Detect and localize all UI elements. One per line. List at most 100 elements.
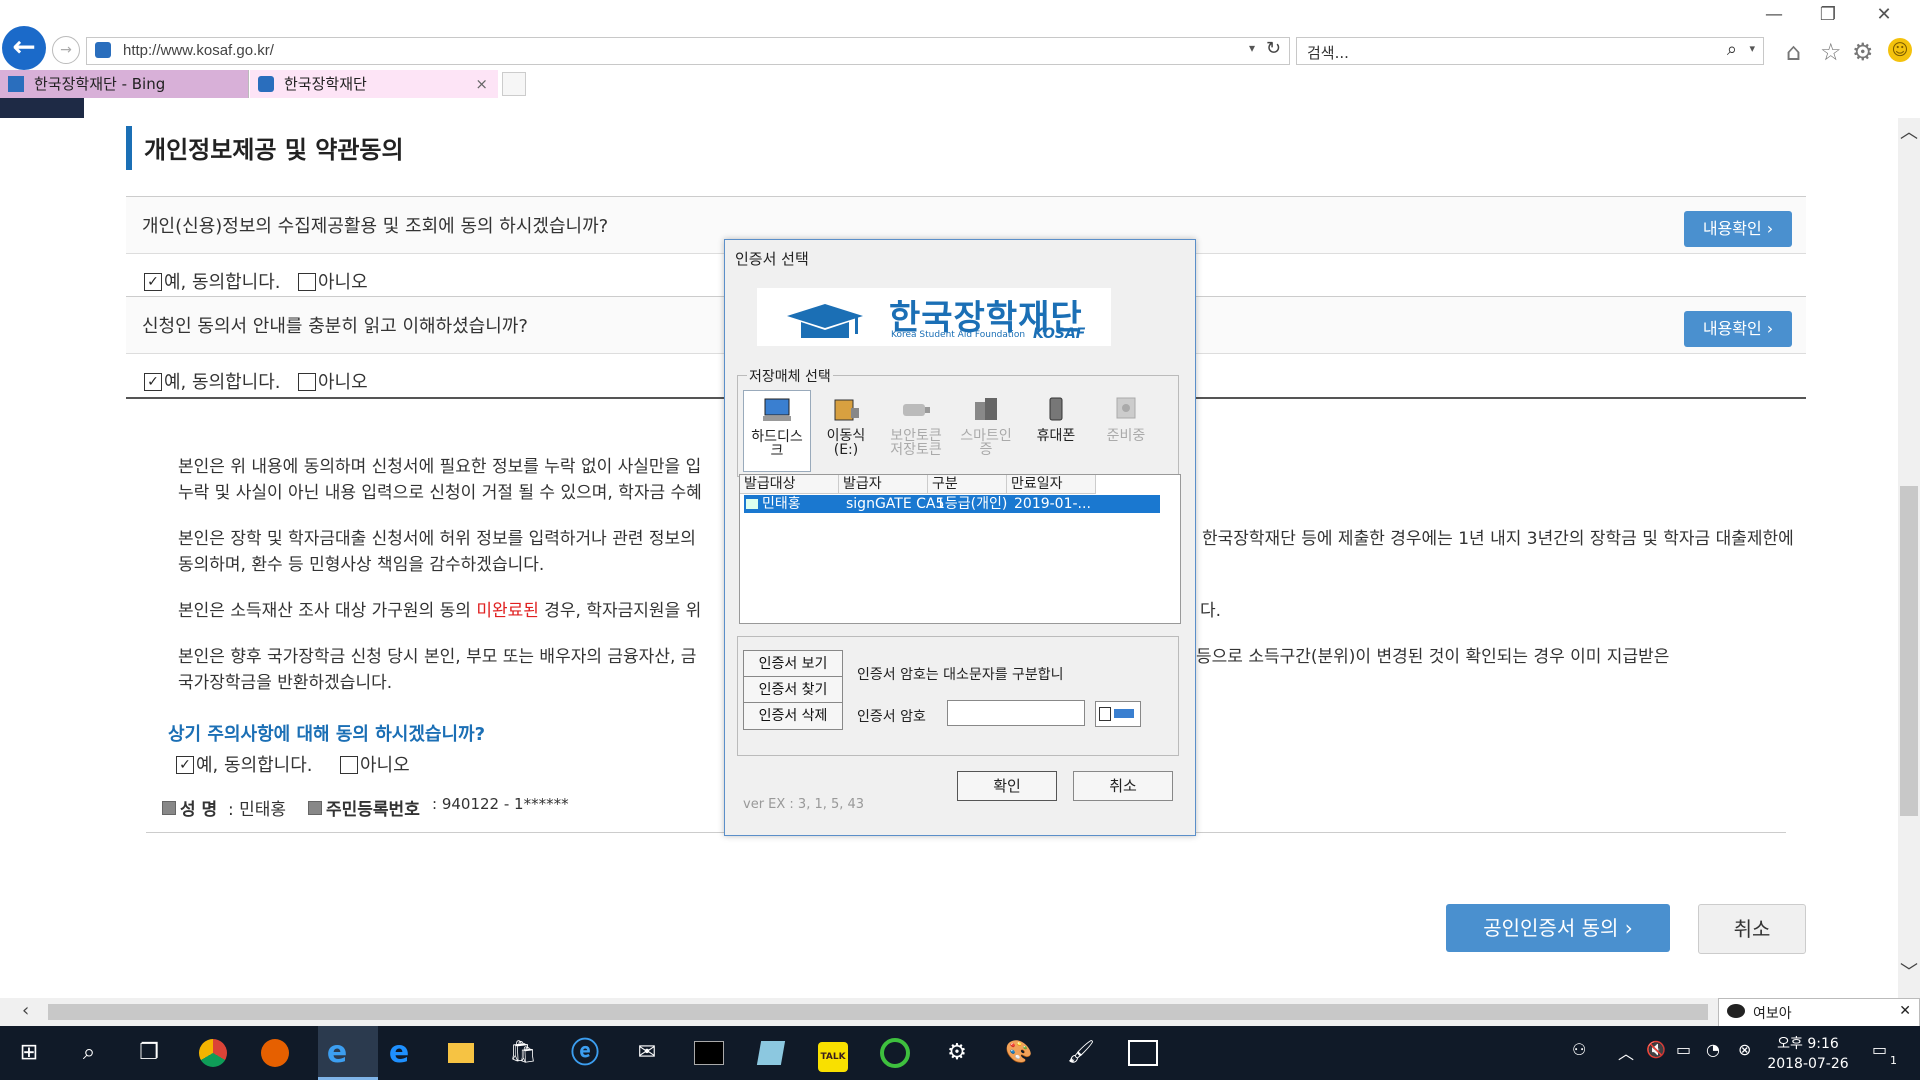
name-label: 성 명	[180, 800, 218, 820]
caution-yes-label: 예, 동의합니다.	[196, 755, 313, 776]
paint-icon[interactable]: 🎨	[1002, 1036, 1036, 1070]
caution-checkbox-yes[interactable]: ✓	[176, 756, 194, 774]
agree-checkbox-no[interactable]	[298, 373, 316, 391]
media-removable[interactable]: 이동식 (E:)	[813, 390, 879, 470]
tray-expand-icon[interactable]: ︿	[1618, 1040, 1634, 1064]
keyboard-icon	[1114, 709, 1134, 718]
button-label: 공인인증서 동의	[1483, 916, 1619, 940]
search-icon[interactable]: ⌕	[72, 1036, 106, 1070]
vertical-scroll-thumb[interactable]	[1900, 486, 1918, 816]
battery-icon[interactable]: ▭	[1676, 1040, 1691, 1059]
new-tab-button[interactable]	[502, 72, 526, 96]
agree-checkbox-yes[interactable]: ✓	[144, 273, 162, 291]
horizontal-scroll-thumb[interactable]	[48, 1004, 1708, 1020]
chrome-icon[interactable]	[196, 1036, 230, 1070]
chat-popup[interactable]: 여보아 ✕	[1718, 998, 1920, 1028]
agree-checkbox-yes[interactable]: ✓	[144, 373, 162, 391]
table-row[interactable]: 민태홍 signGATE CA5 1등급(개인) 2019-01-...	[744, 495, 1160, 513]
file-explorer-icon[interactable]	[444, 1036, 478, 1070]
media-label: (E:)	[833, 442, 859, 458]
table-header: 발급자	[839, 475, 928, 494]
ie-blue-icon[interactable]: ⓔ	[568, 1036, 602, 1070]
find-cert-button[interactable]: 인증서 찾기	[743, 676, 843, 704]
media-label: 저장토큰	[890, 442, 942, 458]
network-status-icon[interactable]: ⊗	[1738, 1040, 1751, 1059]
firefox-icon[interactable]	[258, 1036, 292, 1070]
terminal-icon[interactable]	[692, 1036, 726, 1070]
store-icon[interactable]: 🛍	[506, 1036, 540, 1070]
start-icon[interactable]: ⊞	[12, 1036, 46, 1070]
home-icon[interactable]: ⌂	[1786, 38, 1801, 66]
notice-paragraph-4-line1-right: 등으로 소득구간(분위)이 변경된 것이 확인되는 경우 이미 지급받은	[1196, 647, 1670, 667]
edge-icon[interactable]: e	[382, 1036, 416, 1070]
agree-checkbox-no[interactable]	[298, 273, 316, 291]
tab-kosaf[interactable]: 한국장학재단 ×	[250, 70, 498, 98]
minimize-button[interactable]: —	[1754, 4, 1794, 25]
task-view-icon[interactable]: ❐	[132, 1036, 166, 1070]
media-label: 이동식	[826, 428, 866, 444]
photos-icon[interactable]	[1126, 1036, 1160, 1070]
settings-icon[interactable]: ⚙	[940, 1036, 974, 1070]
people-icon[interactable]: ⚇	[1572, 1040, 1586, 1059]
address-url[interactable]: http://www.kosaf.go.kr/	[123, 42, 274, 59]
forward-button[interactable]: →	[52, 36, 80, 64]
site-header-fragment	[0, 98, 84, 118]
p3-prefix: 본인은 소득재산 조사 대상 가구원의 동의	[178, 601, 471, 621]
restore-button[interactable]: ❐	[1808, 4, 1848, 25]
mail-icon[interactable]: ✉	[630, 1036, 664, 1070]
tab-label: 한국장학재단 - Bing	[34, 75, 166, 93]
search-box[interactable]: 검색... ⌕ ▾	[1296, 37, 1764, 65]
search-icon[interactable]: ⌕	[1727, 39, 1737, 60]
bing-icon	[8, 76, 24, 92]
site-favicon-icon	[95, 42, 111, 58]
question-text: 신청인 동의서 안내를 충분히 읽고 이해하셨습니까?	[142, 316, 528, 337]
volume-mute-icon[interactable]: 🔇	[1646, 1040, 1666, 1059]
ok-button[interactable]: 확인	[957, 771, 1057, 801]
notification-center-icon[interactable]: ▭	[1872, 1040, 1887, 1059]
tab-bing[interactable]: 한국장학재단 - Bing	[0, 70, 249, 98]
green-app-icon[interactable]	[878, 1036, 912, 1070]
wifi-icon[interactable]: ◔	[1706, 1040, 1720, 1059]
virtual-keyboard-button[interactable]	[1095, 701, 1141, 727]
scroll-up-icon[interactable]: ︿	[1900, 118, 1918, 144]
search-dropdown-icon[interactable]: ▾	[1749, 42, 1755, 55]
kakaotalk-icon[interactable]: TALK	[816, 1036, 850, 1072]
cert-password-input[interactable]	[947, 700, 1085, 726]
chat-close-icon[interactable]: ✕	[1899, 1003, 1911, 1019]
dialog-title: 인증서 선택	[735, 250, 809, 268]
tab-close-icon[interactable]: ×	[475, 70, 488, 98]
version-text: ver EX : 3, 1, 5, 43	[743, 797, 865, 812]
clock-date[interactable]: 2018-07-26	[1760, 1056, 1856, 1072]
storage-media-legend: 저장매체 선택	[747, 366, 833, 386]
delete-cert-button[interactable]: 인증서 삭제	[743, 702, 843, 730]
agree-yes-label: 예, 동의합니다.	[164, 372, 281, 393]
content-check-button[interactable]: 내용확인 ›	[1684, 311, 1792, 347]
search-placeholder[interactable]: 검색...	[1307, 42, 1349, 63]
address-dropdown-icon[interactable]: ▾	[1249, 41, 1255, 55]
scroll-left-icon[interactable]: ‹	[22, 1000, 29, 1021]
ie-icon[interactable]: e	[320, 1036, 354, 1070]
caution-checkbox-no[interactable]	[340, 756, 358, 774]
question-text: 개인(신용)정보의 수집제공활용 및 조회에 동의 하시겠습니까?	[142, 216, 609, 237]
scroll-down-icon[interactable]: ﹀	[1900, 958, 1918, 984]
cert-agree-button[interactable]: 공인인증서 동의 ›	[1446, 904, 1670, 952]
media-hard-disk[interactable]: 하드디스 크	[743, 390, 811, 472]
removable-disk-icon	[834, 399, 859, 421]
back-button[interactable]: ←	[2, 26, 46, 70]
page-title: 개인정보제공 및 약관동의	[144, 136, 404, 164]
content-check-button[interactable]: 내용확인 ›	[1684, 211, 1792, 247]
dialog-cancel-button[interactable]: 취소	[1073, 771, 1173, 801]
refresh-icon[interactable]: ↻	[1266, 38, 1281, 59]
paint2-icon[interactable]: 🖌	[1064, 1036, 1098, 1070]
media-mobile-phone[interactable]: 휴대폰	[1023, 390, 1089, 470]
clock-time[interactable]: 오후 9:16	[1760, 1033, 1856, 1053]
close-window-button[interactable]: ✕	[1864, 4, 1904, 25]
favorites-star-icon[interactable]: ☆	[1820, 38, 1842, 66]
view-cert-button[interactable]: 인증서 보기	[743, 650, 843, 678]
feedback-smiley-icon[interactable]: ☺	[1888, 38, 1912, 62]
notice-paragraph-2-line1-right: 한국장학재단 등에 제출한 경우에는 1년 내지 3년간의 장학금 및 학자금 …	[1202, 529, 1794, 549]
settings-gear-icon[interactable]: ⚙	[1852, 38, 1874, 66]
notes-icon[interactable]	[754, 1036, 788, 1070]
address-bar[interactable]: http://www.kosaf.go.kr/ ▾ ↻	[86, 37, 1290, 65]
cancel-button[interactable]: 취소	[1698, 904, 1806, 954]
